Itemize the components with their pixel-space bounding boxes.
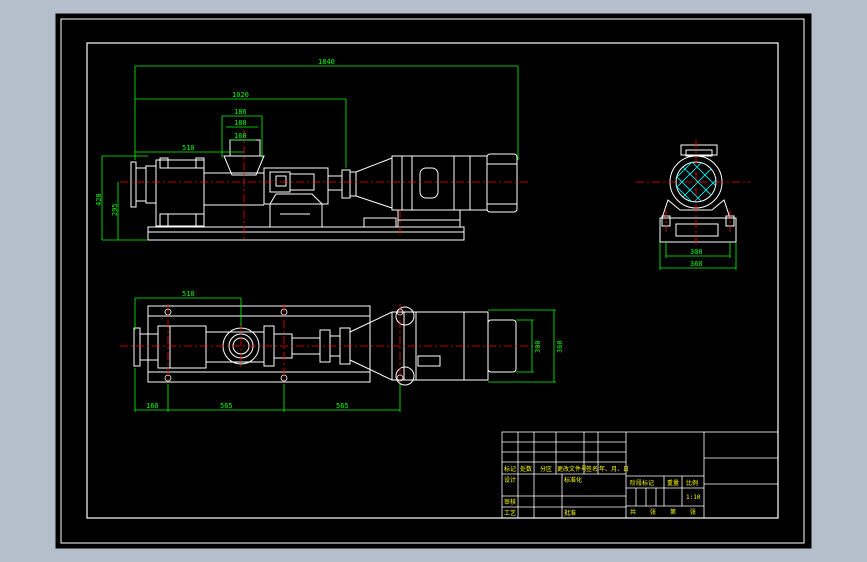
tb-sheet-unit-2: 张 (690, 508, 696, 516)
tb-weight: 重量 (667, 479, 679, 487)
dim-flange-mid: 180 (234, 119, 247, 127)
dim-inlet-offset-front: 510 (182, 144, 195, 152)
tb-header-mark: 标记 (504, 465, 516, 473)
tb-sheet-unit-1: 张 (650, 508, 656, 516)
tb-scale-label: 比例 (686, 479, 698, 487)
tb-approve: 批准 (564, 509, 576, 517)
dim-plan-bolt-spacing-2: 565 (336, 402, 349, 410)
dim-suction-to-motor: 1020 (232, 91, 249, 99)
dim-side-bolt-spacing: 300 (690, 248, 703, 256)
tb-designer: 设计 (504, 476, 516, 484)
dim-plan-overall-width: 360 (556, 340, 564, 353)
dim-overall-height: 420 (95, 193, 103, 206)
tb-standard: 标准化 (564, 476, 582, 484)
dim-flange-outer: 186 (234, 108, 247, 116)
dim-plan-inlet-offset: 510 (182, 290, 195, 298)
dim-plan-end-offset: 160 (146, 402, 159, 410)
dim-center-height: 295 (111, 203, 119, 216)
tb-review: 审核 (504, 498, 516, 506)
cad-drawing: 1840 1020 186 180 160 510 420 295 300 36… (55, 13, 812, 549)
tb-header-count: 处数 (520, 465, 532, 473)
dim-plan-base-width: 300 (534, 340, 542, 353)
dim-overall-length: 1840 (318, 58, 335, 66)
tb-sheet-total: 共 (630, 508, 636, 516)
drawing-sheet (55, 13, 812, 549)
tb-stage: 阶段标记 (630, 479, 654, 487)
tb-header-sign: 签名 (586, 465, 598, 473)
dim-flange-inner: 160 (234, 132, 247, 140)
tb-process: 工艺 (504, 509, 516, 517)
tb-header-zone: 分区 (540, 465, 552, 473)
tb-sheet-no: 第 (670, 508, 676, 516)
tb-header-change-doc: 更改文件号 (557, 465, 587, 473)
dim-side-base-width: 360 (690, 260, 703, 268)
tb-scale-value: 1:10 (686, 494, 701, 501)
tb-header-date: 年、月、日 (599, 465, 629, 473)
dim-plan-bolt-spacing-1: 565 (220, 402, 233, 410)
